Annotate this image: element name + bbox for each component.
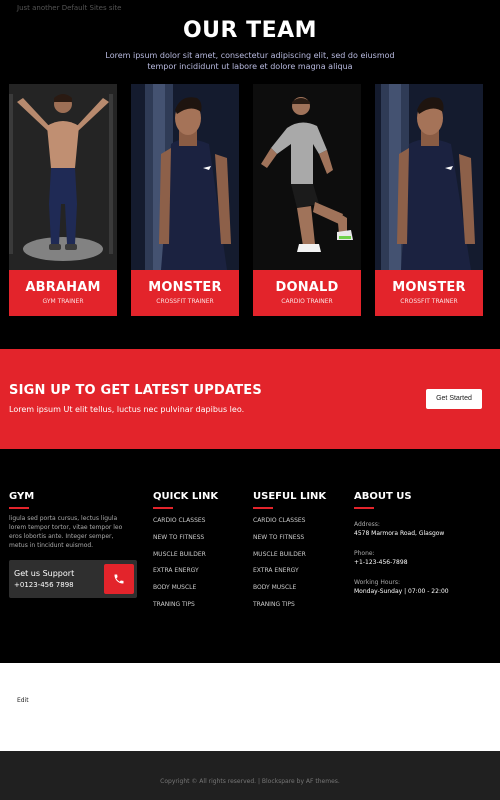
signup-title: SIGN UP TO GET LATEST UPDATES	[9, 383, 262, 398]
phone-call-button[interactable]	[104, 564, 134, 594]
trainer-name: ABRAHAM	[25, 280, 101, 295]
quick-link-item[interactable]: CARDIO CLASSES	[153, 517, 206, 534]
edit-link[interactable]: Edit	[17, 697, 29, 704]
address-value: 4578 Marmora Road, Glasgow	[354, 530, 445, 537]
footer-useful-link-title: USEFUL LINK	[253, 491, 327, 502]
trainer-photo	[131, 84, 239, 270]
support-box: Get us Support +0123-456 7898	[9, 560, 137, 598]
team-card-monster-2[interactable]: MONSTER CROSSFIT TRAINER	[375, 84, 483, 316]
hours-value: Monday-Sunday | 07:00 - 22:00	[354, 588, 449, 595]
content-area: Edit	[0, 663, 500, 751]
footer-about-title: ABOUT US	[354, 491, 412, 502]
phone-icon	[114, 574, 124, 584]
trainer-name: DONALD	[275, 280, 339, 295]
quick-link-item[interactable]: BODY MUSCLE	[153, 584, 206, 601]
footer-title-underline	[153, 507, 173, 509]
useful-link-item[interactable]: MUSCLE BUILDER	[253, 551, 306, 568]
signup-text: Lorem ipsum Ut elit tellus, luctus nec p…	[9, 405, 245, 414]
team-card-label: MONSTER CROSSFIT TRAINER	[375, 270, 483, 316]
signup-banner: SIGN UP TO GET LATEST UPDATES Lorem ipsu…	[0, 349, 500, 449]
about-details: Address: 4578 Marmora Road, Glasgow Phon…	[354, 521, 494, 608]
get-started-button[interactable]: Get Started	[426, 389, 482, 409]
team-section-title: OUR TEAM	[182, 18, 318, 43]
useful-link-item[interactable]: NEW TO FITNESS	[253, 534, 306, 551]
useful-link-item[interactable]: CARDIO CLASSES	[253, 517, 306, 534]
team-section-subtitle: Lorem ipsum dolor sit amet, consectetur …	[105, 51, 395, 71]
phone-value[interactable]: +1-123-456-7898	[354, 559, 494, 566]
team-card-label: ABRAHAM GYM TRAINER	[9, 270, 117, 316]
hours-label: Working Hours:	[354, 579, 400, 586]
trainer-role: CARDIO TRAINER	[281, 298, 333, 305]
useful-link-list: CARDIO CLASSES NEW TO FITNESS MUSCLE BUI…	[253, 517, 306, 618]
copyright-bar: Copyright © All rights reserved. | Block…	[0, 751, 500, 800]
footer-quick-link-title: QUICK LINK	[153, 491, 219, 502]
trainer-name: MONSTER	[392, 280, 466, 295]
quick-link-item[interactable]: TRANING TIPS	[153, 601, 206, 618]
quick-link-list: CARDIO CLASSES NEW TO FITNESS MUSCLE BUI…	[153, 517, 206, 618]
phone-label: Phone:	[354, 550, 375, 557]
team-card-label: MONSTER CROSSFIT TRAINER	[131, 270, 239, 316]
footer-title-underline	[354, 507, 374, 509]
quick-link-item[interactable]: EXTRA ENERGY	[153, 567, 206, 584]
trainer-role: CROSSFIT TRAINER	[156, 298, 214, 305]
trainer-name: MONSTER	[148, 280, 222, 295]
useful-link-item[interactable]: EXTRA ENERGY	[253, 567, 306, 584]
team-card-label: DONALD CARDIO TRAINER	[253, 270, 361, 316]
copyright-text: Copyright © All rights reserved. | Block…	[160, 778, 340, 785]
footer-title-underline	[253, 507, 273, 509]
footer-gym-title: GYM	[9, 491, 35, 502]
support-title: Get us Support	[14, 569, 75, 578]
footer: GYM ligula sed porta cursus, lectus ligu…	[0, 449, 500, 663]
trainer-photo	[375, 84, 483, 270]
team-card-donald[interactable]: DONALD CARDIO TRAINER	[253, 84, 361, 316]
address-label: Address:	[354, 521, 380, 528]
team-card-abraham[interactable]: ABRAHAM GYM TRAINER	[9, 84, 117, 316]
footer-gym-text: ligula sed porta cursus, lectus ligula l…	[9, 515, 123, 549]
trainer-role: CROSSFIT TRAINER	[400, 298, 458, 305]
footer-title-underline	[9, 507, 29, 509]
trainer-role: GYM TRAINER	[42, 298, 84, 305]
useful-link-item[interactable]: BODY MUSCLE	[253, 584, 306, 601]
useful-link-item[interactable]: TRANING TIPS	[253, 601, 306, 618]
quick-link-item[interactable]: MUSCLE BUILDER	[153, 551, 206, 568]
quick-link-item[interactable]: NEW TO FITNESS	[153, 534, 206, 551]
team-card-monster[interactable]: MONSTER CROSSFIT TRAINER	[131, 84, 239, 316]
trainer-photo	[253, 84, 361, 270]
support-number: +0123-456 7898	[14, 581, 74, 589]
trainer-photo	[9, 84, 117, 270]
site-tagline: Just another Default Sites site	[17, 4, 122, 12]
